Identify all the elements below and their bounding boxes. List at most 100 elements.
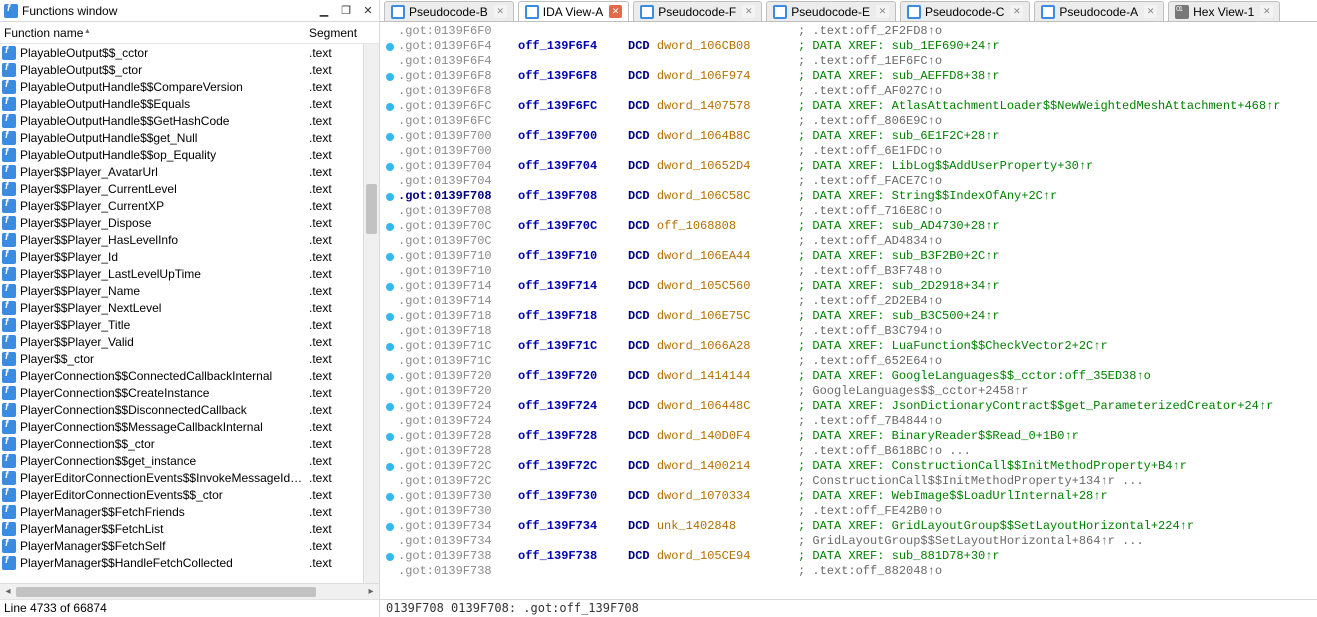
- breakpoint-dot-icon[interactable]: [386, 313, 394, 321]
- disasm-line[interactable]: .got:0139F738 off_139F738DCD dword_105CE…: [382, 549, 1317, 564]
- gutter[interactable]: [382, 429, 398, 444]
- gutter[interactable]: [382, 189, 398, 204]
- gutter[interactable]: [382, 279, 398, 294]
- function-row[interactable]: PlayableOutputHandle$$op_Equality.text: [0, 146, 379, 163]
- tab-strip[interactable]: Pseudocode-B✕IDA View-A✕Pseudocode-F✕Pse…: [380, 0, 1317, 22]
- gutter[interactable]: [382, 504, 398, 519]
- disasm-line[interactable]: .got:0139F734 off_139F734DCD unk_1402848…: [382, 519, 1317, 534]
- function-row[interactable]: PlayerConnection$$DisconnectedCallback.t…: [0, 401, 379, 418]
- disasm-line[interactable]: .got:0139F710 off_139F710DCD dword_106EA…: [382, 249, 1317, 264]
- breakpoint-dot-icon[interactable]: [386, 283, 394, 291]
- gutter[interactable]: [382, 204, 398, 219]
- functions-horizontal-scrollbar[interactable]: ◂ ▸: [0, 583, 379, 599]
- disasm-line[interactable]: .got:0139F718 ; .text:off_B3C794↑o: [382, 324, 1317, 339]
- breakpoint-dot-icon[interactable]: [386, 553, 394, 561]
- function-row[interactable]: PlayerEditorConnectionEvents$$InvokeMess…: [0, 469, 379, 486]
- disasm-line[interactable]: .got:0139F71C ; .text:off_652E64↑o: [382, 354, 1317, 369]
- disasm-line[interactable]: .got:0139F6F8 ; .text:off_AF027C↑o: [382, 84, 1317, 99]
- column-segment[interactable]: Segment: [309, 26, 379, 40]
- function-row[interactable]: Player$$Player_AvatarUrl.text: [0, 163, 379, 180]
- functions-list[interactable]: PlayableOutput$$_cctor.textPlayableOutpu…: [0, 44, 379, 583]
- disasm-line[interactable]: .got:0139F730 ; .text:off_FE42B0↑o: [382, 504, 1317, 519]
- column-function-name[interactable]: Function name▴: [4, 26, 309, 40]
- gutter[interactable]: [382, 144, 398, 159]
- disasm-line[interactable]: .got:0139F718 off_139F718DCD dword_106E7…: [382, 309, 1317, 324]
- function-row[interactable]: PlayerConnection$$MessageCallbackInterna…: [0, 418, 379, 435]
- gutter[interactable]: [382, 69, 398, 84]
- gutter[interactable]: [382, 234, 398, 249]
- disasm-line[interactable]: .got:0139F6FC off_139F6FCDCD dword_14075…: [382, 99, 1317, 114]
- gutter[interactable]: [382, 84, 398, 99]
- tab-hex-view-1[interactable]: Hex View-1✕: [1168, 1, 1280, 21]
- gutter[interactable]: [382, 219, 398, 234]
- gutter[interactable]: [382, 369, 398, 384]
- disasm-line[interactable]: .got:0139F70C ; .text:off_AD4834↑o: [382, 234, 1317, 249]
- disasm-line[interactable]: .got:0139F700 ; .text:off_6E1FDC↑o: [382, 144, 1317, 159]
- scroll-track[interactable]: [16, 587, 363, 597]
- gutter[interactable]: [382, 39, 398, 54]
- scrollbar-thumb[interactable]: [366, 184, 377, 234]
- gutter[interactable]: [382, 384, 398, 399]
- disasm-line[interactable]: .got:0139F6F0 ; .text:off_2F2FD8↑o: [382, 24, 1317, 39]
- disasm-line[interactable]: .got:0139F720 ; GoogleLanguages$$_cctor+…: [382, 384, 1317, 399]
- disasm-line[interactable]: .got:0139F728 off_139F728DCD dword_140D0…: [382, 429, 1317, 444]
- functions-vertical-scrollbar[interactable]: [363, 44, 379, 583]
- tab-pseudocode-b[interactable]: Pseudocode-B✕: [384, 1, 514, 21]
- function-row[interactable]: PlayerConnection$$_ctor.text: [0, 435, 379, 452]
- breakpoint-dot-icon[interactable]: [386, 523, 394, 531]
- tab-pseudocode-c[interactable]: Pseudocode-C✕: [900, 1, 1030, 21]
- gutter[interactable]: [382, 534, 398, 549]
- disasm-line[interactable]: .got:0139F734 ; GridLayoutGroup$$SetLayo…: [382, 534, 1317, 549]
- gutter[interactable]: [382, 519, 398, 534]
- disasm-line[interactable]: .got:0139F724 ; .text:off_7B4844↑o: [382, 414, 1317, 429]
- gutter[interactable]: [382, 549, 398, 564]
- gutter[interactable]: [382, 24, 398, 39]
- tab-close-icon[interactable]: ✕: [1144, 5, 1157, 18]
- function-row[interactable]: PlayerManager$$HandleFetchCollected.text: [0, 554, 379, 571]
- function-row[interactable]: Player$$Player_Id.text: [0, 248, 379, 265]
- scrollbar-thumb[interactable]: [16, 587, 316, 597]
- disasm-line[interactable]: .got:0139F714 off_139F714DCD dword_105C5…: [382, 279, 1317, 294]
- function-row[interactable]: PlayerManager$$FetchFriends.text: [0, 503, 379, 520]
- ida-view[interactable]: .got:0139F6F0 ; .text:off_2F2FD8↑o .got:0…: [380, 22, 1317, 599]
- function-row[interactable]: Player$$Player_Title.text: [0, 316, 379, 333]
- gutter[interactable]: [382, 489, 398, 504]
- function-row[interactable]: PlayableOutput$$_cctor.text: [0, 44, 379, 61]
- gutter[interactable]: [382, 249, 398, 264]
- function-row[interactable]: PlayerManager$$FetchSelf.text: [0, 537, 379, 554]
- tab-close-icon[interactable]: ✕: [1010, 5, 1023, 18]
- gutter[interactable]: [382, 414, 398, 429]
- function-row[interactable]: Player$$Player_Valid.text: [0, 333, 379, 350]
- disasm-line[interactable]: .got:0139F738 ; .text:off_882048↑o: [382, 564, 1317, 579]
- function-row[interactable]: Player$$_ctor.text: [0, 350, 379, 367]
- function-row[interactable]: Player$$Player_CurrentXP.text: [0, 197, 379, 214]
- gutter[interactable]: [382, 399, 398, 414]
- tab-close-icon[interactable]: ✕: [742, 5, 755, 18]
- function-row[interactable]: Player$$Player_HasLevelInfo.text: [0, 231, 379, 248]
- disasm-line[interactable]: .got:0139F6F4 ; .text:off_1EF6FC↑o: [382, 54, 1317, 69]
- minimize-icon[interactable]: ▁: [317, 4, 331, 18]
- function-row[interactable]: PlayableOutput$$_ctor.text: [0, 61, 379, 78]
- function-row[interactable]: PlayableOutputHandle$$GetHashCode.text: [0, 112, 379, 129]
- breakpoint-dot-icon[interactable]: [386, 103, 394, 111]
- tab-pseudocode-e[interactable]: Pseudocode-E✕: [766, 1, 896, 21]
- gutter[interactable]: [382, 159, 398, 174]
- disasm-line[interactable]: .got:0139F730 off_139F730DCD dword_10703…: [382, 489, 1317, 504]
- disasm-line[interactable]: .got:0139F6FC ; .text:off_806E9C↑o: [382, 114, 1317, 129]
- breakpoint-dot-icon[interactable]: [386, 253, 394, 261]
- scroll-right-icon[interactable]: ▸: [363, 586, 379, 597]
- breakpoint-dot-icon[interactable]: [386, 73, 394, 81]
- tab-pseudocode-a[interactable]: Pseudocode-A✕: [1034, 1, 1164, 21]
- tab-pseudocode-f[interactable]: Pseudocode-F✕: [633, 1, 762, 21]
- function-row[interactable]: Player$$Player_NextLevel.text: [0, 299, 379, 316]
- disasm-line[interactable]: .got:0139F704 off_139F704DCD dword_10652…: [382, 159, 1317, 174]
- close-icon[interactable]: ✕: [361, 4, 375, 18]
- gutter[interactable]: [382, 264, 398, 279]
- disasm-line[interactable]: .got:0139F72C off_139F72CDCD dword_14002…: [382, 459, 1317, 474]
- tab-close-icon[interactable]: ✕: [876, 5, 889, 18]
- tab-close-icon[interactable]: ✕: [494, 5, 507, 18]
- disasm-line[interactable]: .got:0139F728 ; .text:off_B618BC↑o ...: [382, 444, 1317, 459]
- disasm-line[interactable]: .got:0139F708 ; .text:off_716E8C↑o: [382, 204, 1317, 219]
- disasm-line[interactable]: .got:0139F720 off_139F720DCD dword_14141…: [382, 369, 1317, 384]
- gutter[interactable]: [382, 309, 398, 324]
